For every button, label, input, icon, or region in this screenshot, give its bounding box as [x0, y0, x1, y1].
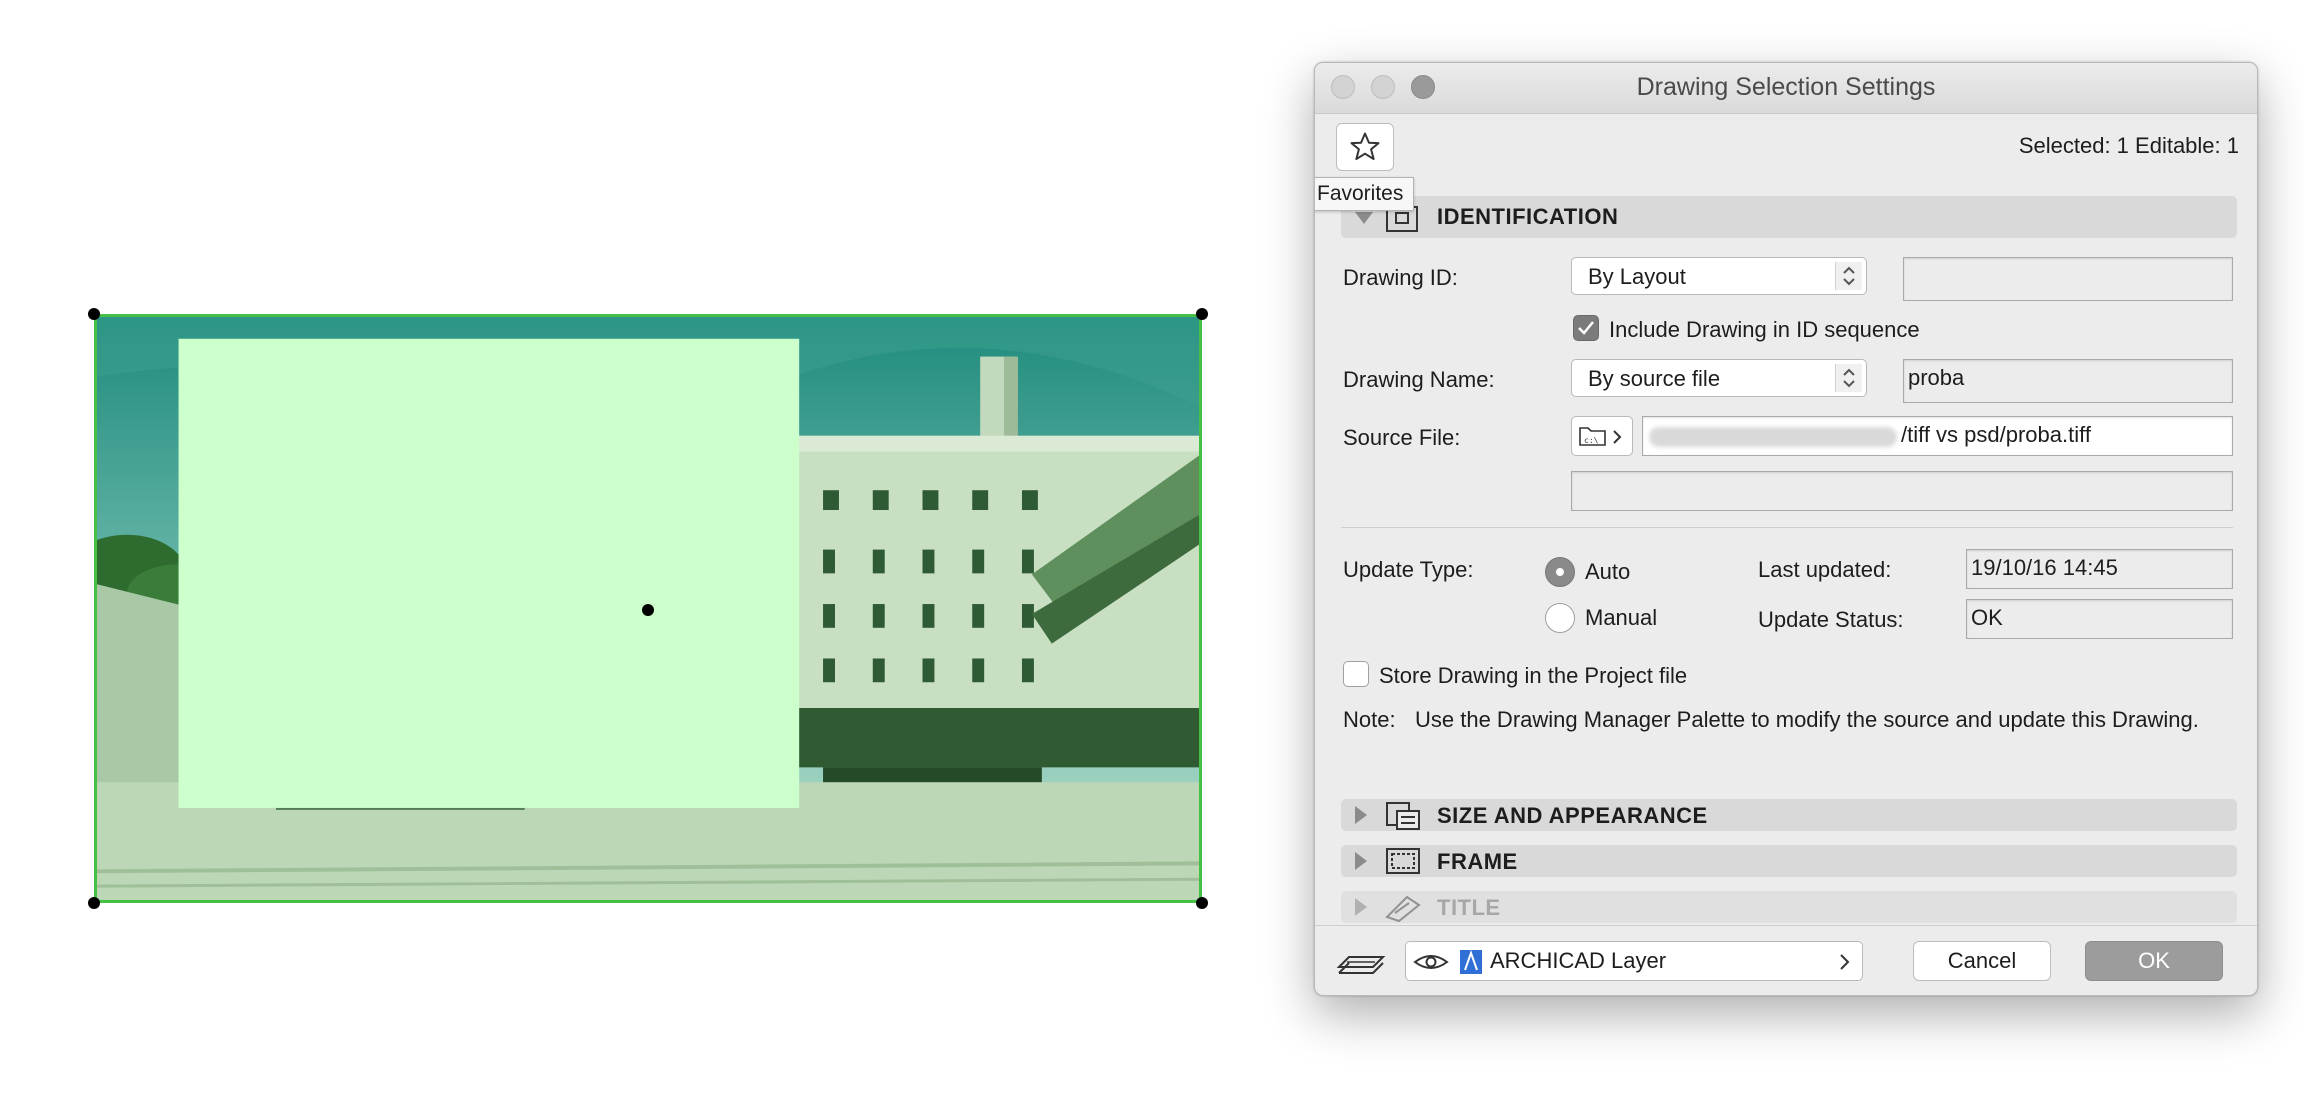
cancel-button[interactable]: Cancel: [1913, 941, 2051, 981]
store-in-project-label: Store Drawing in the Project file: [1379, 663, 1688, 688]
footer-separator: [1315, 925, 2257, 926]
update-auto-label: Auto: [1585, 559, 1631, 584]
drawing-selection-settings-dialog: Drawing Selection Settings Selected: 1 E…: [1314, 62, 2258, 996]
chevron-right-icon: [1840, 954, 1850, 970]
drawing-id-label: Drawing ID:: [1343, 265, 1458, 290]
ok-button[interactable]: OK: [2085, 941, 2223, 981]
store-in-project-checkbox[interactable]: [1343, 661, 1369, 687]
eye-icon[interactable]: [1412, 948, 1450, 976]
drawing-id-field[interactable]: [1903, 257, 2233, 301]
stepper-arrows-icon: [1835, 262, 1862, 290]
note-text: Use the Drawing Manager Palette to modif…: [1415, 707, 2199, 732]
update-type-label: Update Type:: [1343, 557, 1474, 582]
layer-name: ARCHICAD Layer: [1490, 948, 1667, 973]
source-file-path: /tiff vs psd/proba.tiff: [1901, 422, 2091, 447]
checkmark-icon: [1578, 321, 1594, 335]
resize-handle-top-left[interactable]: [88, 308, 100, 320]
resize-handle-top-right[interactable]: [1196, 308, 1208, 320]
disclosure-triangle-closed-icon: [1355, 898, 1367, 916]
note-label: Note:: [1343, 707, 1396, 732]
favorites-button[interactable]: [1336, 123, 1394, 171]
resize-handle-bottom-right[interactable]: [1196, 897, 1208, 909]
include-in-sequence-checkbox[interactable]: [1573, 315, 1599, 341]
blurred-path-prefix: [1649, 427, 1897, 447]
size-appearance-label: SIZE AND APPEARANCE: [1437, 803, 1708, 828]
update-status-value: OK: [1971, 605, 2003, 630]
last-updated-label: Last updated:: [1758, 557, 1892, 582]
drawing-name-value: proba: [1908, 365, 1965, 390]
include-in-sequence-label: Include Drawing in ID sequence: [1609, 317, 1920, 342]
drawing-name-field[interactable]: proba: [1903, 359, 2233, 403]
drawing-name-popup[interactable]: By source file: [1571, 359, 1867, 397]
last-updated-value: 19/10/16 14:45: [1971, 555, 2118, 580]
identification-section-header[interactable]: IDENTIFICATION: [1341, 196, 2237, 238]
identification-label: IDENTIFICATION: [1437, 204, 1619, 229]
update-status-label: Update Status:: [1758, 607, 1904, 632]
layer-selector[interactable]: ARCHICAD Layer: [1405, 941, 1863, 981]
size-appearance-section-header[interactable]: SIZE AND APPEARANCE: [1341, 799, 2237, 831]
size-appearance-icon: [1386, 802, 1420, 830]
drawing-id-value: By Layout: [1588, 264, 1686, 289]
title-label: TITLE: [1437, 895, 1501, 920]
resize-handle-bottom-left[interactable]: [88, 897, 100, 909]
update-status-field: OK: [1966, 599, 2233, 639]
disclosure-triangle-closed-icon: [1355, 852, 1367, 870]
frame-section-header[interactable]: FRAME: [1341, 845, 2237, 877]
drawing-name-mode: By source file: [1588, 366, 1721, 391]
browse-source-button[interactable]: c:\: [1571, 416, 1633, 456]
dialog-title: Drawing Selection Settings: [1636, 73, 1936, 101]
title-section-header[interactable]: TITLE: [1341, 891, 2237, 923]
favorites-tooltip: Favorites: [1315, 177, 1415, 211]
star-icon: [1350, 132, 1380, 161]
selection-info: Selected: 1 Editable: 1: [2018, 133, 2239, 158]
separator: [1341, 527, 2233, 528]
svg-text:c:\: c:\: [1584, 436, 1599, 445]
folder-drive-icon: c:\: [1579, 427, 1622, 446]
update-manual-radio[interactable]: [1545, 603, 1575, 633]
disclosure-triangle-open-icon: [1355, 212, 1373, 224]
update-auto-radio[interactable]: [1545, 557, 1575, 587]
last-updated-field: 19/10/16 14:45: [1966, 549, 2233, 589]
source-file-label: Source File:: [1343, 425, 1461, 450]
source-file-path-field[interactable]: /tiff vs psd/proba.tiff: [1642, 416, 2233, 456]
title-icon: [1385, 895, 1421, 923]
drawing-name-label: Drawing Name:: [1343, 367, 1495, 392]
drawing-anchor-point[interactable]: [642, 604, 654, 616]
layers-icon: [1336, 956, 1386, 974]
frame-icon: [1386, 848, 1420, 874]
disclosure-triangle-closed-icon: [1355, 806, 1367, 824]
title-bar[interactable]: Drawing Selection Settings: [1315, 63, 2257, 114]
stepper-arrows-icon: [1835, 364, 1862, 392]
drawing-id-popup[interactable]: By Layout: [1571, 257, 1867, 295]
source-file-extra-field: [1571, 471, 2233, 511]
archicad-layer-icon: [1460, 950, 1482, 974]
update-manual-label: Manual: [1585, 605, 1658, 630]
frame-label: FRAME: [1437, 849, 1518, 874]
